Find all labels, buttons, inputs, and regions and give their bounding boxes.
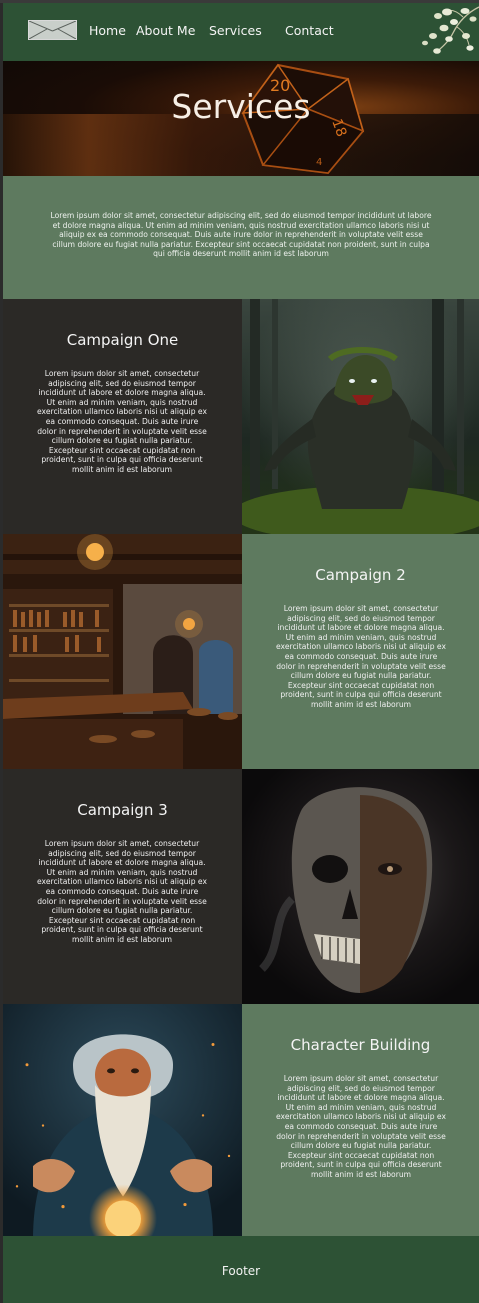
card-text: Lorem ipsum dolor sit amet, consectetur … — [276, 1074, 446, 1179]
character-building-card: Character Building Lorem ipsum dolor sit… — [242, 1004, 479, 1239]
nav-services-link[interactable]: Services — [209, 23, 262, 38]
card-text: Lorem ipsum dolor sit amet, consectetur … — [37, 839, 207, 944]
footer-text: Footer — [221, 1264, 261, 1278]
forest-monster-image — [242, 299, 479, 534]
tavern-image — [3, 534, 242, 769]
wizard-orb-image — [3, 1004, 242, 1239]
nav-contact-link[interactable]: Contact — [285, 23, 334, 38]
vine-leaves-decoration — [422, 6, 479, 54]
page-title: Services — [171, 87, 311, 126]
logo-placeholder-icon[interactable] — [28, 20, 77, 40]
campaign-one-row: Campaign One Lorem ipsum dolor sit amet,… — [3, 299, 479, 534]
half-skull-face-image — [242, 769, 479, 1004]
card-text: Lorem ipsum dolor sit amet, consectetur … — [276, 604, 446, 709]
campaign-one-card: Campaign One Lorem ipsum dolor sit amet,… — [3, 299, 242, 534]
card-title: Character Building — [290, 1036, 431, 1054]
intro-section: Lorem ipsum dolor sit amet, consectetur … — [3, 176, 479, 299]
campaign-3-card: Campaign 3 Lorem ipsum dolor sit amet, c… — [3, 769, 242, 1004]
svg-text:4: 4 — [316, 157, 322, 168]
card-title: Campaign 2 — [315, 566, 406, 584]
nav-home-link[interactable]: Home — [89, 23, 126, 38]
campaign-3-row: Campaign 3 Lorem ipsum dolor sit amet, c… — [3, 769, 479, 1004]
intro-paragraph: Lorem ipsum dolor sit amet, consectetur … — [50, 211, 432, 259]
site-header: Home About Me Services Contact — [3, 3, 479, 61]
character-building-row: Character Building Lorem ipsum dolor sit… — [3, 1004, 479, 1239]
card-text: Lorem ipsum dolor sit amet, consectetur … — [37, 369, 207, 474]
campaign-2-row: Campaign 2 Lorem ipsum dolor sit amet, c… — [3, 534, 479, 769]
hero-banner: 20 18 4 Services — [3, 61, 479, 176]
page-frame: Home About Me Services Contact 20 18 4 S… — [0, 0, 479, 1303]
card-title: Campaign 3 — [77, 801, 168, 819]
site-footer: Footer — [3, 1236, 479, 1303]
card-title: Campaign One — [66, 331, 179, 349]
nav-about-link[interactable]: About Me — [136, 23, 195, 38]
campaign-2-card: Campaign 2 Lorem ipsum dolor sit amet, c… — [242, 534, 479, 769]
